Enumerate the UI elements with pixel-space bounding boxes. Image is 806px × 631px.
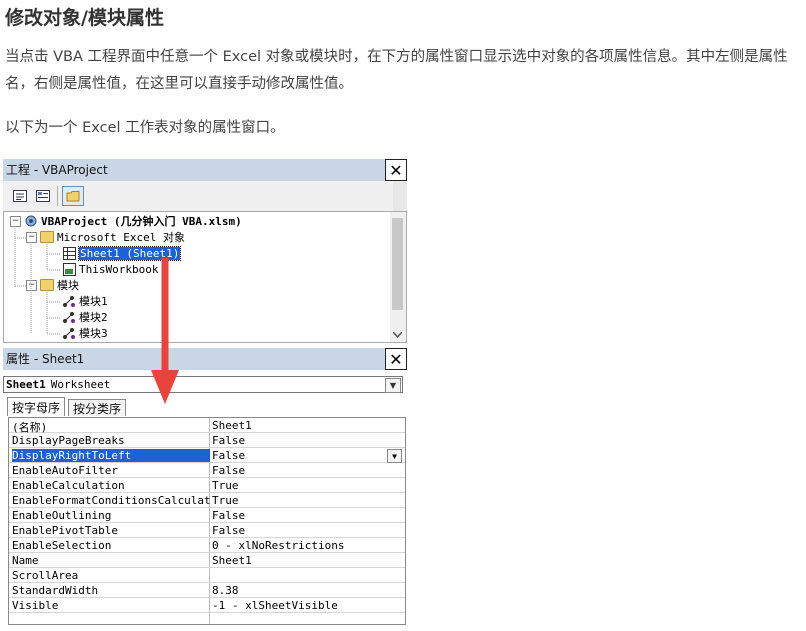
property-value[interactable]: 8.38 bbox=[212, 584, 239, 597]
toolbar-scroll[interactable] bbox=[393, 181, 407, 211]
chevron-down-icon bbox=[393, 332, 402, 338]
properties-close-button[interactable]: ✕ bbox=[385, 348, 407, 370]
property-row[interactable]: EnableFormatConditionsCalculation True bbox=[9, 493, 405, 508]
property-row[interactable]: Visible -1 - xlSheetVisible bbox=[9, 598, 405, 613]
property-name: EnableAutoFilter bbox=[12, 464, 118, 477]
view-object-button[interactable] bbox=[32, 186, 54, 206]
property-value[interactable]: False bbox=[212, 449, 245, 462]
view-code-icon bbox=[13, 190, 27, 202]
properties-grid[interactable]: (名称) Sheet1 DisplayPageBreaks False DisplayR… bbox=[8, 417, 406, 625]
property-name: Name bbox=[12, 554, 39, 567]
view-code-button[interactable] bbox=[9, 186, 31, 206]
property-value[interactable]: True bbox=[212, 479, 239, 492]
property-row[interactable]: (名称) Sheet1 bbox=[9, 418, 405, 434]
project-close-button[interactable]: ✕ bbox=[385, 159, 407, 181]
property-row[interactable]: Name Sheet1 bbox=[9, 553, 405, 568]
tree-scroll-thumb[interactable] bbox=[392, 218, 403, 310]
property-value[interactable]: False bbox=[212, 509, 245, 522]
object-selector-type: Worksheet bbox=[50, 378, 111, 391]
property-row[interactable]: ScrollArea bbox=[9, 568, 405, 583]
property-row[interactable]: EnableSelection 0 - xlNoRestrictions bbox=[9, 538, 405, 553]
object-selector-name: Sheet1 bbox=[6, 378, 46, 391]
tab-categorized[interactable]: 按分类序 bbox=[68, 399, 127, 416]
property-row[interactable]: StandardWidth 8.38 bbox=[9, 583, 405, 598]
property-value[interactable]: True bbox=[212, 494, 239, 507]
property-row[interactable]: EnablePivotTable False bbox=[9, 523, 405, 538]
project-window-title: 工程 - VBAProject bbox=[6, 163, 108, 177]
property-value[interactable]: False bbox=[212, 434, 245, 447]
view-object-icon bbox=[36, 190, 50, 202]
value-dropdown-button[interactable]: ▼ bbox=[387, 449, 402, 463]
property-name: ScrollArea bbox=[12, 569, 79, 582]
chevron-down-icon: ▼ bbox=[389, 381, 397, 390]
property-row[interactable]: EnableCalculation True bbox=[9, 478, 405, 493]
project-window-titlebar: 工程 - VBAProject ✕ bbox=[3, 159, 407, 181]
article-heading: 修改对象/模块属性 bbox=[5, 7, 164, 29]
property-name: EnableCalculation bbox=[12, 479, 125, 492]
property-name: DisplayRightToLeft bbox=[12, 449, 210, 462]
toolbar-separator bbox=[57, 186, 58, 206]
property-name: StandardWidth bbox=[12, 584, 99, 597]
property-row[interactable]: DisplayPageBreaks False bbox=[9, 433, 405, 448]
property-name: EnableOutlining bbox=[12, 509, 112, 522]
toggle-folders-button[interactable] bbox=[62, 186, 84, 206]
tree-lines bbox=[14, 226, 61, 335]
properties-window-titlebar: 属性 - Sheet1 ✕ bbox=[3, 348, 407, 370]
property-name: EnableFormatConditionsCalculation bbox=[12, 494, 210, 507]
property-row[interactable]: DisplayRightToLeft False ▼ bbox=[9, 448, 405, 463]
property-row[interactable]: EnableAutoFilter False bbox=[9, 463, 405, 478]
property-name: DisplayPageBreaks bbox=[12, 434, 125, 447]
folder-icon bbox=[66, 191, 80, 202]
dropdown-button[interactable]: ▼ bbox=[385, 378, 401, 393]
property-name: Visible bbox=[12, 599, 59, 612]
project-toolbar bbox=[3, 181, 407, 212]
tab-alphabetic[interactable]: 按字母序 bbox=[7, 397, 66, 416]
tree-scrollbar[interactable] bbox=[390, 212, 406, 342]
property-name: EnablePivotTable bbox=[12, 524, 118, 537]
property-value[interactable]: False bbox=[212, 524, 245, 537]
object-selector[interactable]: Sheet1 Worksheet ▼ bbox=[3, 376, 403, 393]
close-icon: ✕ bbox=[389, 160, 403, 180]
article-paragraph-2: 以下为一个 Excel 工作表对象的属性窗口。 bbox=[5, 120, 285, 136]
article-paragraph-1: 当点击 VBA 工程界面中任意一个 Excel 对象或模块时，在下方的属性窗口显… bbox=[5, 49, 788, 92]
property-value[interactable]: -1 - xlSheetVisible bbox=[212, 599, 338, 612]
properties-window-title: 属性 - Sheet1 bbox=[6, 352, 85, 366]
property-row[interactable]: EnableOutlining False bbox=[9, 508, 405, 523]
property-value[interactable]: Sheet1 bbox=[212, 554, 252, 567]
close-icon: ✕ bbox=[389, 349, 403, 369]
property-value[interactable]: 0 - xlNoRestrictions bbox=[212, 539, 344, 552]
property-value[interactable]: False bbox=[212, 464, 245, 477]
property-value[interactable]: Sheet1 bbox=[212, 419, 252, 432]
project-tree[interactable]: − VBAProject (几分钟入门 VBA.xlsm) − Microsof… bbox=[3, 211, 407, 343]
annotation-arrow-icon bbox=[151, 258, 179, 404]
property-name: EnableSelection bbox=[12, 539, 112, 552]
